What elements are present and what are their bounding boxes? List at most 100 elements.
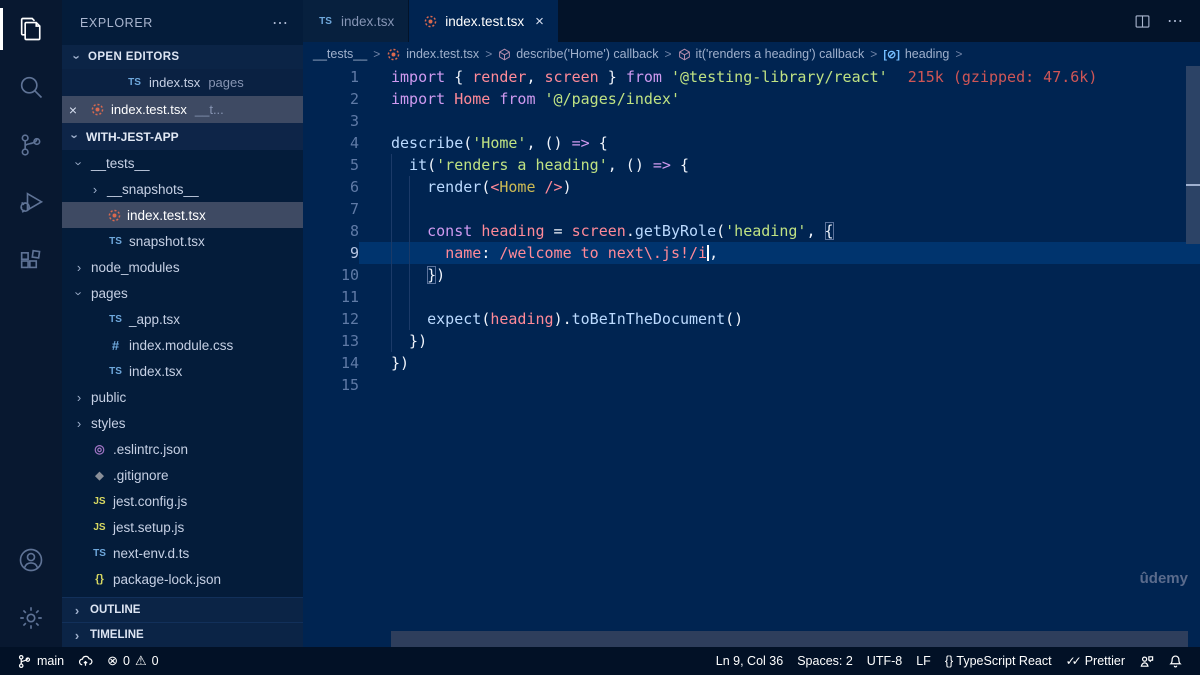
tree-item[interactable]: ◎.eslintrc.json — [62, 436, 303, 462]
tree-item[interactable]: TS_app.tsx — [62, 306, 303, 332]
status-bar: main ⊗0⚠0 Ln 9, Col 36Spaces: 2UTF-8LF{} T… — [0, 647, 1200, 675]
line-number: 2 — [303, 88, 359, 110]
tree-item[interactable]: ◆.gitignore — [62, 462, 303, 488]
activity-bar-run-and-debug[interactable] — [0, 174, 62, 232]
code-line-13[interactable]: 13 }) — [303, 330, 1200, 352]
jest-file-icon — [107, 208, 122, 223]
status-label: Prettier — [1085, 654, 1125, 668]
status-notifications[interactable] — [1161, 654, 1190, 669]
line-number: 10 — [303, 264, 359, 286]
sidebar-title-row: EXPLORER ⋯ — [62, 0, 303, 45]
status-sync[interactable] — [71, 647, 100, 675]
status-eol[interactable]: LF — [909, 654, 938, 668]
workspace-folder-header[interactable]: › WITH-JEST-APP — [62, 123, 303, 150]
status-cursor-position[interactable]: Ln 9, Col 36 — [709, 654, 790, 668]
code-line-1[interactable]: 1import { render, screen } from '@testin… — [303, 66, 1200, 88]
code-line-4[interactable]: 4describe('Home', () => { — [303, 132, 1200, 154]
status-indentation[interactable]: Spaces: 2 — [790, 654, 860, 668]
code-line-6[interactable]: 6 render(<Home />) — [303, 176, 1200, 198]
horizontal-scrollbar[interactable] — [391, 631, 1188, 647]
activity-bar-search[interactable] — [0, 58, 62, 116]
code-line-10[interactable]: 10 }) — [303, 264, 1200, 286]
breadcrumb-item[interactable]: describe('Home') callback — [498, 47, 658, 61]
code-token: } — [427, 266, 436, 284]
breadcrumb-item[interactable]: __tests__ — [313, 47, 367, 61]
activity-bar-source-control[interactable] — [0, 116, 62, 174]
more-actions-icon[interactable]: ⋯ — [1167, 11, 1184, 31]
line-number: 14 — [303, 352, 359, 374]
status-encoding[interactable]: UTF-8 — [860, 654, 909, 668]
activity-bar-manage[interactable] — [0, 589, 62, 647]
tree-item[interactable]: TSnext-env.d.ts — [62, 540, 303, 566]
jest-file-icon — [386, 47, 401, 62]
tree-item-label: package-lock.json — [113, 572, 221, 587]
tree-item-label: jest.setup.js — [113, 520, 184, 535]
code-editor[interactable]: 1import { render, screen } from '@testin… — [303, 66, 1200, 627]
code-token: } — [599, 68, 626, 86]
split-editor-icon[interactable] — [1134, 13, 1151, 30]
status-language-mode[interactable]: {} TypeScript React — [938, 654, 1059, 668]
open-editor-item[interactable]: TSindex.tsxpages — [62, 69, 303, 96]
code-line-8[interactable]: 8 const heading = screen.getByRole('head… — [303, 220, 1200, 242]
code-line-3[interactable]: 3 — [303, 110, 1200, 132]
tab-index.tsx[interactable]: TSindex.tsx — [303, 0, 409, 42]
status-problems[interactable]: ⊗0⚠0 — [100, 647, 165, 675]
line-content: name: /welcome to next\.js!/i, — [359, 242, 1200, 264]
code-token: 'renders a heading' — [436, 156, 608, 174]
source-control-icon — [17, 131, 45, 159]
code-line-15[interactable]: 15 — [303, 374, 1200, 396]
tree-item[interactable]: #index.module.css — [62, 332, 303, 358]
tree-item[interactable]: ›node_modules — [62, 254, 303, 280]
code-token — [662, 68, 671, 86]
tree-item[interactable]: JSjest.config.js — [62, 488, 303, 514]
breadcrumb-item[interactable]: [⊘]heading — [883, 47, 949, 61]
status-git-branch[interactable]: main — [10, 647, 71, 675]
tree-item[interactable]: TSsnapshot.tsx — [62, 228, 303, 254]
status-feedback[interactable] — [1132, 654, 1161, 669]
close-icon[interactable]: × — [62, 102, 84, 118]
open-editor-item[interactable]: ×index.test.tsx__t... — [62, 96, 303, 123]
outline-section[interactable]: › OUTLINE — [62, 597, 303, 622]
breadcrumb-item[interactable]: it('renders a heading') callback — [678, 47, 865, 61]
open-editors-header[interactable]: › OPEN EDITORS — [62, 45, 303, 69]
tree-item[interactable]: TSindex.tsx — [62, 358, 303, 384]
code-line-11[interactable]: 11 — [303, 286, 1200, 308]
tree-item-label: __tests__ — [91, 156, 150, 171]
line-content: }) — [359, 352, 1200, 374]
code-line-12[interactable]: 12 expect(heading).toBeInTheDocument() — [303, 308, 1200, 330]
tree-item[interactable]: index.test.tsx — [62, 202, 303, 228]
close-icon[interactable]: × — [535, 13, 544, 30]
sidebar-more-actions-icon[interactable]: ⋯ — [272, 13, 289, 33]
open-editors-label: OPEN EDITORS — [88, 51, 180, 63]
code-line-14[interactable]: 14}) — [303, 352, 1200, 374]
files-icon — [17, 15, 45, 43]
code-line-9[interactable]: 9 name: /welcome to next\.js!/i, — [303, 242, 1200, 264]
tree-item[interactable]: JSjest.setup.js — [62, 514, 303, 540]
code-token: it — [409, 156, 427, 174]
code-token: , — [806, 222, 824, 240]
tree-item[interactable]: ›__snapshots__ — [62, 176, 303, 202]
chevron-right-icon: › — [72, 260, 86, 275]
vertical-scrollbar[interactable] — [1186, 66, 1200, 244]
breadcrumb-item[interactable]: index.test.tsx — [386, 47, 479, 62]
tree-item[interactable]: ›styles — [62, 410, 303, 436]
activity-bar-explorer[interactable] — [0, 0, 62, 58]
tree-item[interactable]: ›pages — [62, 280, 303, 306]
timeline-section[interactable]: › TIMELINE — [62, 622, 303, 647]
line-number: 11 — [303, 286, 359, 308]
tree-item[interactable]: ›__tests__ — [62, 150, 303, 176]
tree-item[interactable]: ›public — [62, 384, 303, 410]
status-formatter[interactable]: ✓✓Prettier — [1059, 654, 1132, 668]
code-line-2[interactable]: 2import Home from '@/pages/index' — [303, 88, 1200, 110]
code-token: { — [590, 134, 608, 152]
breadcrumb-label: index.test.tsx — [406, 47, 479, 61]
code-token: , — [709, 244, 718, 262]
tree-item[interactable]: {}package-lock.json — [62, 566, 303, 592]
code-line-5[interactable]: 5 it('renders a heading', () => { — [303, 154, 1200, 176]
tab-index.test.tsx[interactable]: index.test.tsx× — [409, 0, 558, 42]
breadcrumb-separator: > — [665, 47, 672, 61]
activity-bar-extensions[interactable] — [0, 232, 62, 290]
activity-bar-accounts[interactable] — [0, 531, 62, 589]
code-line-7[interactable]: 7 — [303, 198, 1200, 220]
tree-item-label: pages — [91, 286, 128, 301]
